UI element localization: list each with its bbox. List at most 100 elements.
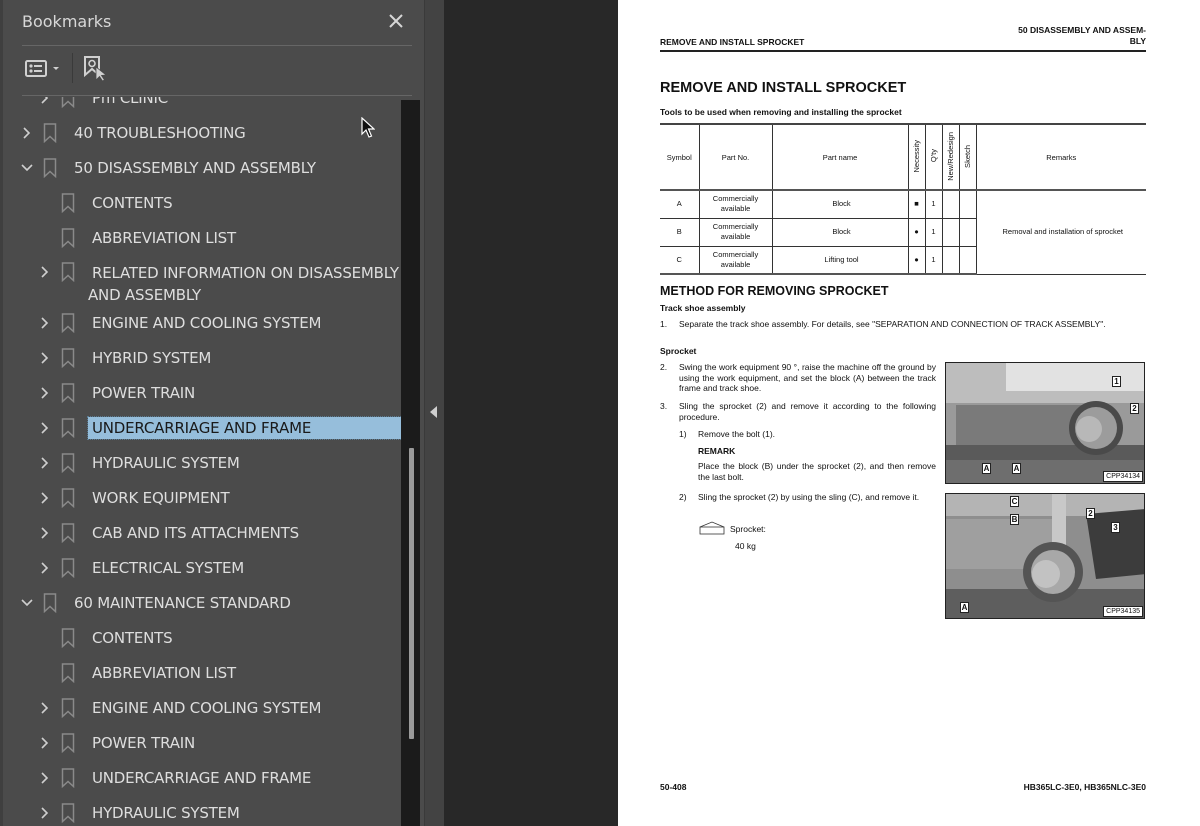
chevron-right-icon[interactable] [38,771,52,785]
substep-1-text: Remove the bolt (1). [698,429,776,439]
bookmark-icon [43,122,57,143]
chevron-right-icon[interactable] [38,316,52,330]
step-3-text: Sling the sprocket (2) and remove it acc… [679,401,936,422]
bookmarks-header: Bookmarks [3,0,427,46]
chevron-down-icon[interactable] [20,161,34,175]
bookmark-icon [61,227,75,248]
cell-necessity: ■ [907,189,926,219]
col-sketch: Sketch [958,123,977,191]
bookmark-item[interactable]: 40 TROUBLESHOOTING [3,115,401,150]
track-shoe-heading: Track shoe assembly [660,303,746,313]
bookmark-item[interactable]: CONTENTS [3,185,401,220]
chevron-right-icon[interactable] [38,736,52,750]
scrollbar-thumb[interactable] [409,448,414,739]
model-numbers: HB365LC-3E0, HB365NLC-3E0 [1023,782,1146,792]
callout-a: A [982,463,991,474]
bookmark-item[interactable]: 50 DISASSEMBLY AND ASSEMBLY [3,150,401,185]
chevron-right-icon[interactable] [38,456,52,470]
bookmark-options-button[interactable] [24,57,64,81]
bookmark-label: Pm CLINIC [92,97,168,107]
cell-new [941,217,960,247]
running-header-left: REMOVE AND INSTALL SPROCKET [660,37,805,47]
method-heading: METHOD FOR REMOVING SPROCKET [660,284,889,298]
col-qty: Q'ty [924,123,943,191]
col-part-name: Part name [771,123,909,191]
bookmark-item[interactable]: 60 MAINTENANCE STANDARD [3,585,401,620]
figure-id: CPP34135 [1103,606,1143,617]
cell-remarks: Removal and installation of sprocket [975,189,1146,275]
bookmark-item[interactable]: HYBRID SYSTEM [3,340,401,375]
chevron-right-icon[interactable] [38,526,52,540]
chevron-right-icon[interactable] [38,806,52,820]
bookmark-item[interactable]: UNDERCARRIAGE AND FRAME [3,760,401,795]
bookmark-item[interactable]: CONTENTS [3,620,401,655]
substep-number: 1) [679,429,687,439]
cell-qty: 1 [924,217,943,247]
bookmark-icon [61,557,75,578]
chevron-right-icon[interactable] [38,386,52,400]
figure-sprocket-bolt: 1 2 A A CPP34134 [945,362,1145,484]
bookmark-icon [61,662,75,683]
weight-label: Sprocket: [730,524,766,534]
chevron-right-icon[interactable] [38,701,52,715]
bookmark-label: 60 MAINTENANCE STANDARD [74,593,291,612]
find-current-bookmark-button[interactable] [82,55,108,83]
bookmark-icon [61,97,75,108]
cell-part-no: Commercially available [698,189,773,219]
bookmark-icon [61,487,75,508]
substep-number: 2) [679,492,687,502]
chevron-right-icon[interactable] [20,126,34,140]
bookmark-item[interactable]: POWER TRAIN [3,725,401,760]
chevron-right-icon[interactable] [38,97,52,105]
tools-table: Symbol Part No. Part name Necessity Q'ty… [660,123,1146,275]
bookmark-item[interactable]: ENGINE AND COOLING SYSTEM [3,690,401,725]
bookmark-item[interactable]: ELECTRICAL SYSTEM [3,550,401,585]
bookmark-item[interactable]: RELATED INFORMATION ON DISASSEMBLY AND AS… [3,255,401,305]
chevron-right-icon[interactable] [38,351,52,365]
bookmark-item[interactable]: ENGINE AND COOLING SYSTEM [3,305,401,340]
col-symbol: Symbol [660,123,700,191]
bookmark-icon [61,382,75,403]
bookmark-item[interactable]: ABBREVIATION LIST [3,655,401,690]
bookmark-item[interactable]: Pm CLINIC [3,97,401,115]
bookmark-label: ABBREVIATION LIST [92,228,236,247]
remark-text: Place the block (B) under the sprocket (… [698,461,936,482]
bookmark-item[interactable]: HYDRAULIC SYSTEM [3,445,401,480]
cell-new [941,245,960,275]
bookmark-item[interactable]: ABBREVIATION LIST [3,220,401,255]
close-bookmarks-button[interactable] [385,9,407,33]
cell-symbol: C [660,245,700,275]
callout-2: 2 [1130,403,1139,414]
chevron-down-icon[interactable] [20,596,34,610]
find-current-bookmark-icon [84,56,108,82]
callout-c: C [1010,496,1019,507]
sprocket-photo-2 [946,494,1144,618]
col-part-no: Part No. [698,123,773,191]
bookmark-item[interactable]: CAB AND ITS ATTACHMENTS [3,515,401,550]
bookmark-item[interactable]: UNDERCARRIAGE AND FRAME [3,410,401,445]
cell-sketch [958,245,977,275]
chevron-right-icon[interactable] [38,561,52,575]
table-row: A Commercially available Block ■ 1 Remova… [660,189,1146,275]
substep-2-text: Sling the sprocket (2) by using the slin… [698,492,920,502]
bookmarks-toolbar [3,47,427,95]
bookmark-icon [61,417,75,438]
cell-necessity: ● [907,217,926,247]
bookmark-label: ABBREVIATION LIST [92,663,236,682]
chevron-right-icon[interactable] [38,421,52,435]
bookmark-item[interactable]: WORK EQUIPMENT [3,480,401,515]
bookmark-item[interactable]: HYDRAULIC SYSTEM [3,795,401,826]
document-page: REMOVE AND INSTALL SPROCKET 50 DISASSEMB… [618,0,1200,826]
bookmark-label: UNDERCARRIAGE AND FRAME [92,768,312,787]
bookmark-item[interactable]: POWER TRAIN [3,375,401,410]
bookmark-label: CONTENTS [92,193,173,212]
bookmark-label: WORK EQUIPMENT [92,488,230,507]
cell-new [941,189,960,219]
collapse-panel-arrow-icon[interactable] [430,406,437,418]
bookmark-icon [61,192,75,213]
chevron-right-icon[interactable] [38,265,52,279]
chevron-right-icon[interactable] [38,491,52,505]
page-title: REMOVE AND INSTALL SPROCKET [660,80,907,96]
step-2-text: Swing the work equipment 90 °, raise the… [679,362,936,393]
close-icon [389,14,403,28]
